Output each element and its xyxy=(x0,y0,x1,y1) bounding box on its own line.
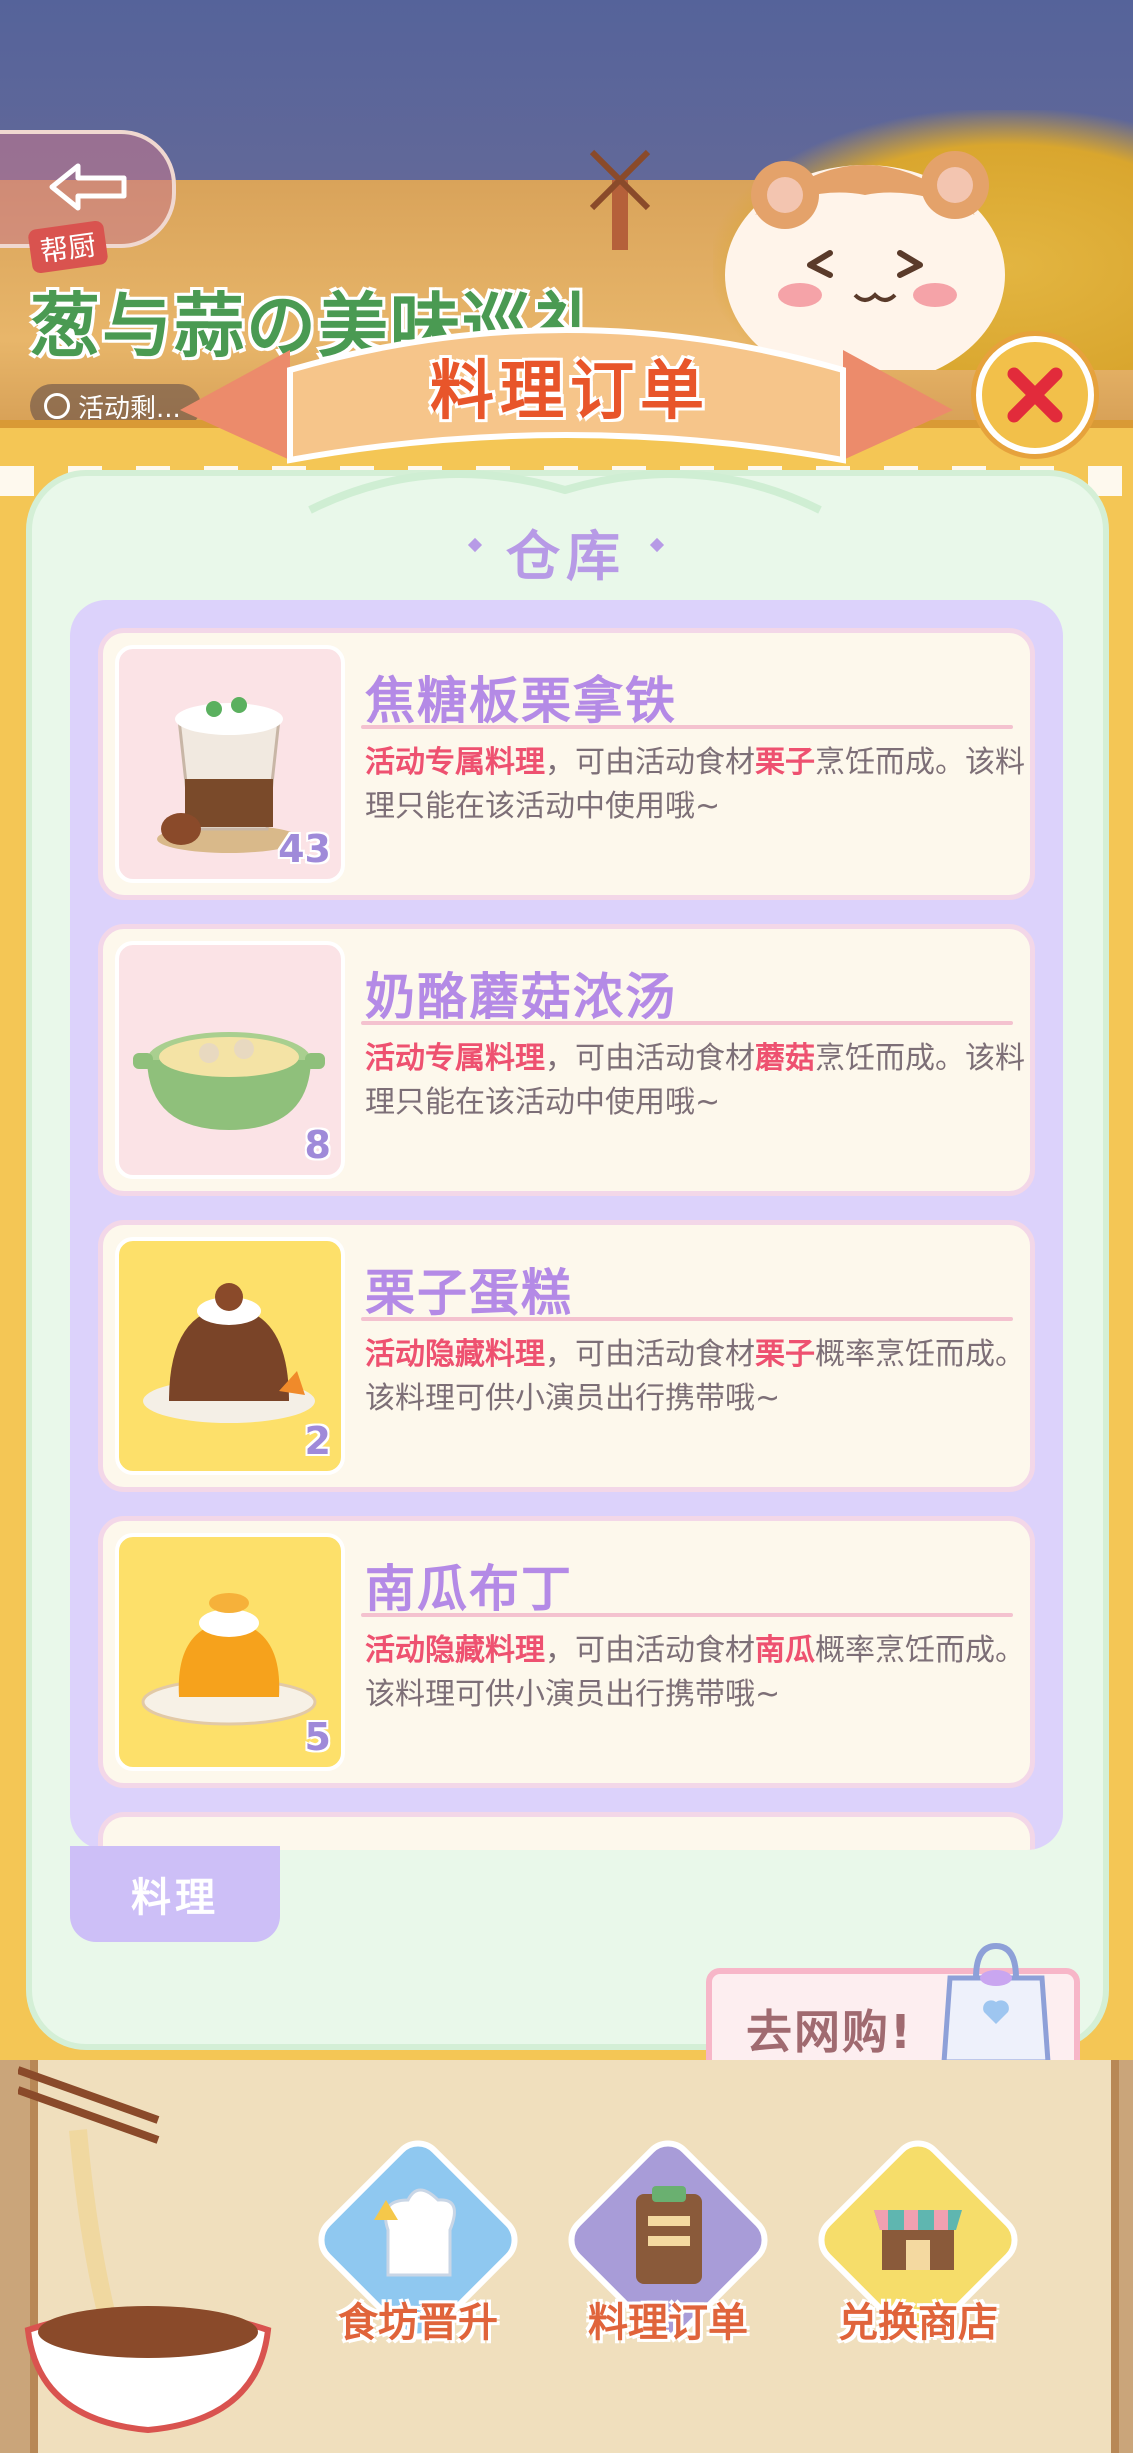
list-item[interactable]: 8 奶酪蘑菇浓汤 活动专属料理，可由活动食材蘑菇烹饪而成。该料理只能在该活动中使… xyxy=(98,924,1035,1196)
tab-cooking[interactable]: 料理 xyxy=(70,1846,280,1942)
item-name: 栗子蛋糕 xyxy=(365,1264,573,1322)
item-ingredient: 栗子 xyxy=(755,745,815,780)
item-desc-prefix: ，可由活动食材 xyxy=(545,1041,755,1076)
item-description: 活动隐藏料理，可由活动食材栗子概率烹饪而成。该料理可供小演员出行携带哦~ xyxy=(365,1333,1025,1421)
item-tag: 活动隐藏料理 xyxy=(365,1337,545,1372)
item-tag: 活动专属料理 xyxy=(365,745,545,780)
nav-label: 兑换商店 xyxy=(838,2300,998,2346)
clock-icon xyxy=(44,393,70,419)
item-description: 活动专属料理，可由活动食材栗子烹饪而成。该料理只能在该活动中使用哦~ xyxy=(365,741,1025,829)
nav-cooking-orders[interactable]: 料理订单 xyxy=(557,2129,779,2380)
item-thumbnail: 8 xyxy=(115,941,345,1179)
item-thumbnail: 5 xyxy=(115,1533,345,1771)
close-button[interactable] xyxy=(976,336,1094,454)
item-tag: 活动隐藏料理 xyxy=(365,1633,545,1668)
inventory-scroll-area[interactable]: 43 焦糖板栗拿铁 活动专属料理，可由活动食材栗子烹饪而成。该料理只能在该活动中… xyxy=(98,628,1035,1850)
nav-label: 料理订单 xyxy=(588,2300,748,2346)
event-timer-label: 活动剩... xyxy=(78,393,181,424)
section-title-warehouse: 仓库 xyxy=(506,525,626,588)
dialog-title: 料理订单 xyxy=(430,355,710,429)
item-count: 8 xyxy=(304,1123,331,1167)
item-description: 活动专属料理，可由活动食材蘑菇烹饪而成。该料理只能在该活动中使用哦~ xyxy=(365,1037,1025,1125)
item-desc-prefix: ，可由活动食材 xyxy=(545,1633,755,1668)
close-icon xyxy=(1007,367,1063,423)
shopping-bag-icon xyxy=(941,1942,1051,2065)
item-ingredient: 蘑菇 xyxy=(755,1041,815,1076)
item-desc-prefix: ，可由活动食材 xyxy=(545,1337,755,1372)
item-ingredient: 栗子 xyxy=(755,1337,815,1372)
nav-exchange-shop[interactable]: 兑换商店 xyxy=(807,2129,1029,2380)
nav-label: 食坊晋升 xyxy=(338,2300,498,2346)
item-count: 43 xyxy=(278,827,331,871)
item-divider xyxy=(361,1021,1013,1025)
item-name: 焦糖板栗拿铁 xyxy=(365,672,677,730)
list-item[interactable]: 2 栗子蛋糕 活动隐藏料理，可由活动食材栗子概率烹饪而成。该料理可供小演员出行携… xyxy=(98,1220,1035,1492)
item-count: 5 xyxy=(304,1715,331,1759)
chef-hat-icon xyxy=(374,2188,456,2277)
nav-kitchen-upgrade[interactable]: 食坊晋升 xyxy=(307,2129,529,2380)
list-item-partial[interactable] xyxy=(98,1812,1035,1850)
online-shop-label: 去网购! xyxy=(746,2005,913,2059)
shop-icon xyxy=(874,2210,962,2270)
item-count: 2 xyxy=(304,1419,331,1463)
item-thumbnail: 2 xyxy=(115,1237,345,1475)
item-tag: 活动专属料理 xyxy=(365,1041,545,1076)
noodle-bowl-illustration xyxy=(18,2066,272,2434)
item-name: 奶酪蘑菇浓汤 xyxy=(365,968,677,1026)
item-divider xyxy=(361,1613,1013,1617)
back-arrow-icon xyxy=(49,163,127,211)
windmill-illustration xyxy=(590,149,650,250)
clipboard-icon xyxy=(636,2186,702,2284)
item-divider xyxy=(361,1317,1013,1321)
item-name: 南瓜布丁 xyxy=(365,1560,573,1618)
item-description: 活动隐藏料理，可由活动食材南瓜概率烹饪而成。该料理可供小演员出行携带哦~ xyxy=(365,1629,1025,1717)
item-thumbnail: 43 xyxy=(115,645,345,883)
item-divider xyxy=(361,725,1013,729)
item-desc-prefix: ，可由活动食材 xyxy=(545,745,755,780)
item-ingredient: 南瓜 xyxy=(755,1633,815,1668)
list-item[interactable]: 43 焦糖板栗拿铁 活动专属料理，可由活动食材栗子烹饪而成。该料理只能在该活动中… xyxy=(98,628,1035,900)
list-item[interactable]: 5 南瓜布丁 活动隐藏料理，可由活动食材南瓜概率烹饪而成。该料理可供小演员出行携… xyxy=(98,1516,1035,1788)
inventory-list[interactable]: 43 焦糖板栗拿铁 活动专属料理，可由活动食材栗子烹饪而成。该料理只能在该活动中… xyxy=(70,600,1063,1850)
